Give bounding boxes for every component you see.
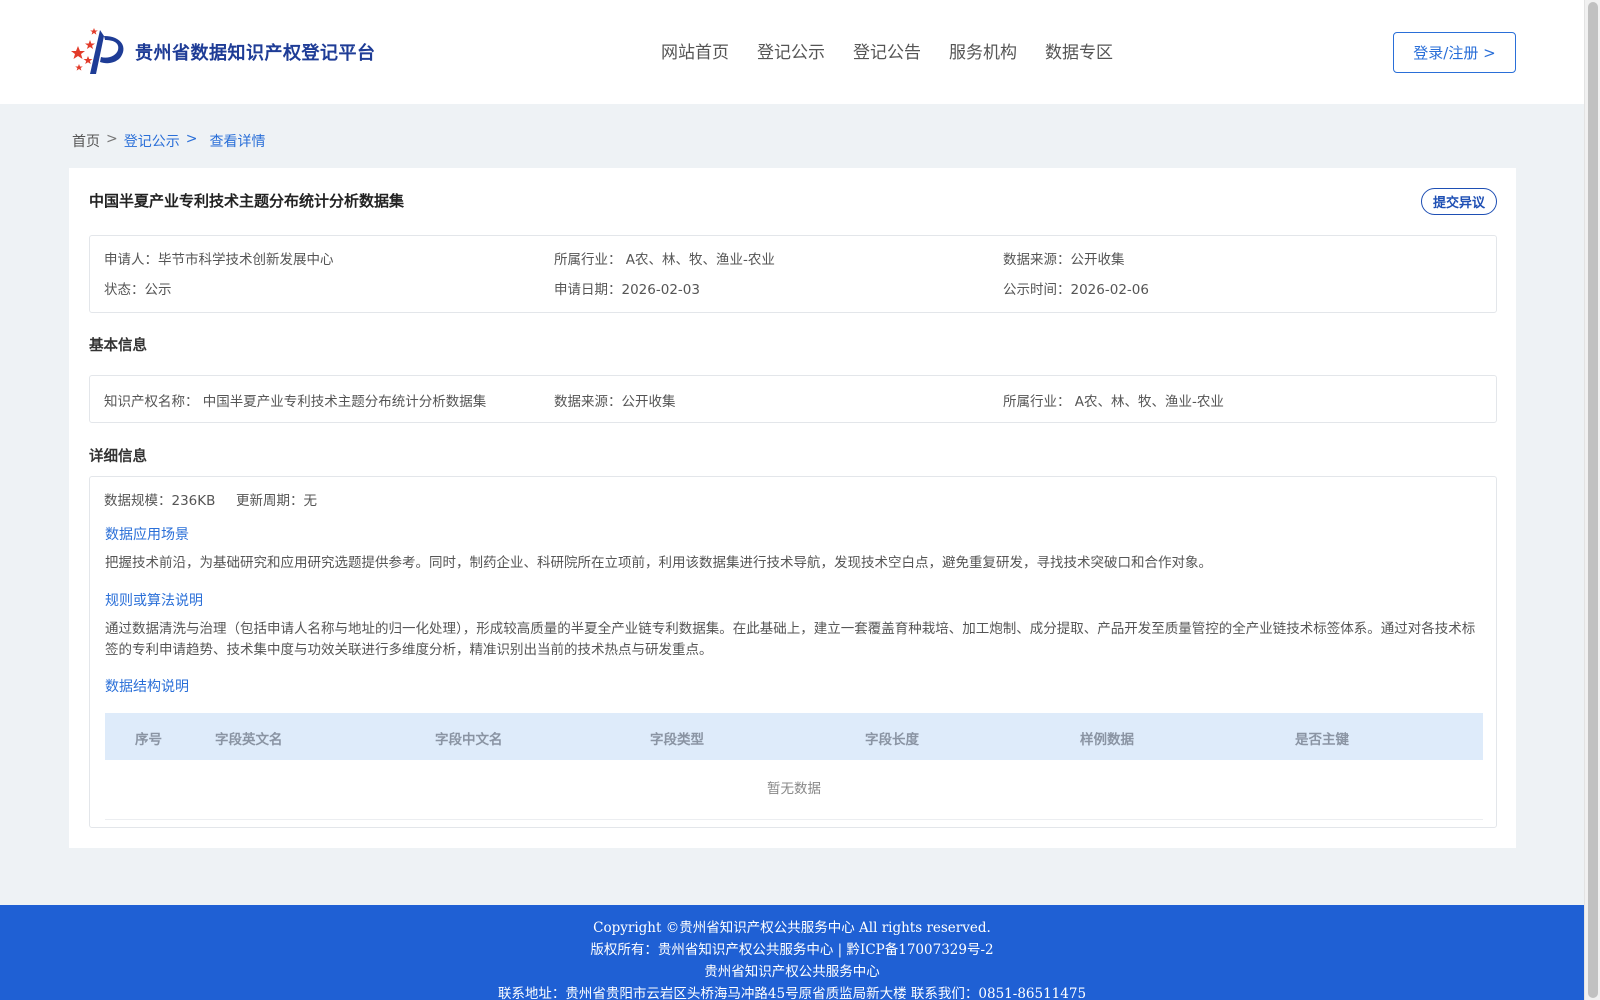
industry-field: 所属行业： A农、林、牧、渔业-农业 [554,248,775,268]
site-name: 贵州省数据知识产权登记平台 [135,43,376,64]
detail-card: 中国半夏产业专利技术主题分布统计分析数据集 提交异议 申请人：毕节市科学技术创新… [69,168,1516,848]
rule-algorithm-heading: 规则或算法说明 [105,593,203,609]
dataset-title: 中国半夏产业专利技术主题分布统计分析数据集 [89,192,405,210]
basic-info-box: 知识产权名称： 中国半夏产业专利技术主题分布统计分析数据集 数据来源：公开收集 … [89,375,1497,423]
column-header-field-cn: 字段中文名 [435,732,503,748]
source-field: 数据来源：公开收集 [1003,248,1125,268]
apply-date-label: 申请日期： [554,282,622,298]
detail-info-box: 数据规模：236KB 更新周期：无 数据应用场景 把握技术前沿，为基础研究和应用… [89,476,1497,828]
ip-name-label: 知识产权名称： [104,394,199,410]
industry-value: A农、林、牧、渔业-农业 [625,252,775,268]
structure-table-header: 序号 字段英文名 字段中文名 字段类型 字段长度 样例数据 是否主键 [105,713,1483,760]
status-field: 状态：公示 [104,278,172,298]
breadcrumb-registration-publicity[interactable]: 登记公示 [124,131,180,151]
basic-industry-field: 所属行业： A农、林、牧、渔业-农业 [1003,390,1224,410]
publish-date-label: 公示时间： [1003,282,1071,298]
apply-date-field: 申请日期：2026-02-03 [554,278,700,298]
basic-info-heading: 基本信息 [89,337,147,354]
column-header-index: 序号 [135,732,162,748]
rule-algorithm-text: 通过数据清洗与治理（包括申请人名称与地址的归一化处理），形成较高质量的半夏全产业… [105,621,1476,658]
basic-industry-value: A农、林、牧、渔业-农业 [1074,394,1224,410]
status-label: 状态： [104,282,145,298]
scrollbar-thumb[interactable] [1588,2,1598,998]
summary-box: 申请人：毕节市科学技术创新发展中心 所属行业： A农、林、牧、渔业-农业 数据来… [89,235,1497,313]
footer-organization: 贵州省知识产权公共服务中心 [704,964,880,980]
scale-field: 数据规模：236KB [104,489,215,509]
application-scene-heading: 数据应用场景 [105,527,189,543]
basic-source-field: 数据来源：公开收集 [554,390,676,410]
ip-name-field: 知识产权名称： 中国半夏产业专利技术主题分布统计分析数据集 [104,390,486,410]
applicant-field: 申请人：毕节市科学技术创新发展中心 [104,248,334,268]
industry-label: 所属行业： [554,252,622,268]
applicant-value: 毕节市科学技术创新发展中心 [158,252,334,268]
breadcrumb-separator: > [106,131,118,147]
breadcrumb: 首页 > 登记公示 > 查看详情 [72,131,265,151]
publish-date-value: 2026-02-06 [1070,282,1149,298]
column-header-field-type: 字段类型 [650,732,704,748]
column-header-sample-data: 样例数据 [1080,732,1134,748]
column-header-field-length: 字段长度 [865,732,919,748]
site-header: 贵州省数据知识产权登记平台 网站首页 登记公示 登记公告 服务机构 数据专区 登… [0,0,1584,104]
column-header-field-en: 字段英文名 [215,732,283,748]
page-scrollbar[interactable] [1584,0,1600,1000]
cycle-field: 更新周期：无 [236,489,317,509]
nav-registration-publicity[interactable]: 登记公示 [757,38,825,63]
footer-rights: 版权所有：贵州省知识产权公共服务中心 | 黔ICP备17007329号-2 [590,942,994,958]
breadcrumb-current: 查看详情 [209,134,266,150]
table-empty-state: 暂无数据 [105,760,1483,820]
footer-contact: 联系地址：贵州省贵阳市云岩区头桥海马冲路45号原省质监局新大楼 联系我们：085… [497,986,1087,1000]
nav-home[interactable]: 网站首页 [661,38,729,63]
footer-copyright: Copyright ©贵州省知识产权公共服务中心 All rights rese… [593,920,991,936]
status-value: 公示 [144,282,172,298]
scale-label: 数据规模： [104,493,172,509]
application-scene-text: 把握技术前沿，为基础研究和应用研究选题提供参考。同时，制药企业、科研院所在立项前… [105,555,1212,571]
apply-date-value: 2026-02-03 [621,282,700,298]
scale-value: 236KB [171,493,216,509]
page: 贵州省数据知识产权登记平台 网站首页 登记公示 登记公告 服务机构 数据专区 登… [0,0,1584,1000]
ip-name-value: 中国半夏产业专利技术主题分布统计分析数据集 [202,394,487,410]
login-register-button[interactable]: 登录/注册 > [1393,32,1516,73]
breadcrumb-separator: > [185,131,198,147]
publish-date-field: 公示时间：2026-02-06 [1003,278,1149,298]
cycle-label: 更新周期： [236,493,304,509]
detail-info-heading: 详细信息 [89,448,147,465]
breadcrumb-home[interactable]: 首页 [72,131,100,151]
nav-data-zone[interactable]: 数据专区 [1045,38,1113,63]
submit-objection-button[interactable]: 提交异议 [1421,188,1497,215]
basic-source-label: 数据来源： [554,394,622,410]
data-structure-heading: 数据结构说明 [105,679,189,695]
source-label: 数据来源： [1003,252,1071,268]
main-nav: 网站首页 登记公示 登记公告 服务机构 数据专区 [661,38,1113,63]
source-value: 公开收集 [1070,252,1125,268]
site-logo[interactable]: 贵州省数据知识产权登记平台 [70,26,376,78]
site-footer: Copyright ©贵州省知识产权公共服务中心 All rights rese… [0,905,1584,1000]
cycle-value: 无 [303,493,318,509]
basic-industry-label: 所属行业： [1003,394,1071,410]
nav-service-agencies[interactable]: 服务机构 [949,38,1017,63]
applicant-label: 申请人： [104,252,158,268]
nav-registration-announcement[interactable]: 登记公告 [853,38,921,63]
basic-source-value: 公开收集 [621,394,676,410]
column-header-primary-key: 是否主键 [1295,732,1349,748]
logo-emblem-icon [71,28,124,74]
